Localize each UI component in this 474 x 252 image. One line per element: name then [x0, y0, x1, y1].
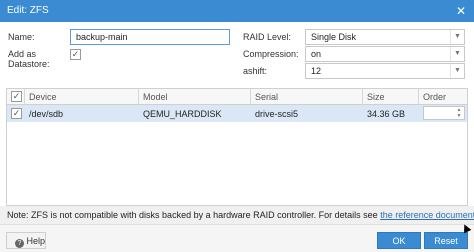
chevron-down-icon[interactable]: ▼ — [450, 64, 464, 78]
ok-label: OK — [392, 236, 406, 246]
model-cell: QEMU_HARDDISK — [143, 109, 222, 119]
column-order-label: Order — [423, 92, 447, 102]
reset-label: Reset — [434, 236, 458, 246]
chevron-down-icon[interactable]: ▼ — [450, 47, 464, 61]
help-label: Help — [26, 236, 46, 246]
window-titlebar: Edit: ZFS ✕ — [0, 0, 474, 22]
add-datastore-checkbox[interactable]: ✓ — [70, 49, 81, 60]
add-datastore-label: Add as Datastore: — [8, 49, 50, 69]
serial-cell: drive-scsi5 — [255, 109, 299, 119]
column-model[interactable]: Model — [139, 89, 251, 104]
column-size-label: Size — [367, 92, 385, 102]
ashift-select[interactable]: 12 ▼ — [305, 63, 465, 79]
help-icon: ? — [15, 239, 24, 248]
column-order[interactable]: Order — [419, 89, 467, 104]
column-serial-label: Serial — [255, 92, 279, 102]
row-checkbox[interactable]: ✓ — [11, 108, 22, 119]
table-row[interactable]: ✓ /dev/sdb QEMU_HARDDISK drive-scsi5 34.… — [7, 105, 467, 122]
window-title: Edit: ZFS — [7, 5, 49, 16]
compression-label: Compression: — [243, 49, 299, 59]
raid-note: Note: ZFS is not compatible with disks b… — [0, 206, 474, 224]
column-device-label: Device — [29, 92, 57, 102]
reference-documentation-link[interactable]: the reference documentation — [380, 210, 474, 220]
dialog-footer: ? Help OK Reset — [0, 224, 474, 252]
raid-level-label: RAID Level: — [243, 32, 292, 42]
close-icon[interactable]: ✕ — [454, 4, 468, 18]
select-all-checkbox[interactable]: ✓ — [11, 91, 22, 102]
column-model-label: Model — [143, 92, 168, 102]
compression-value: on — [311, 49, 322, 59]
chevron-down-icon[interactable]: ▼ — [450, 30, 464, 44]
note-text: Note: ZFS is not compatible with disks b… — [7, 210, 378, 220]
disk-grid: ✓ Device Model Serial Size Order ✓ /dev/… — [6, 88, 468, 206]
reset-button[interactable]: Reset — [424, 232, 468, 249]
device-cell: /dev/sdb — [29, 109, 64, 119]
name-value: backup-main — [76, 32, 128, 42]
size-cell: 34.36 GB — [367, 109, 406, 119]
compression-select[interactable]: on ▼ — [305, 46, 465, 62]
select-all-cell[interactable]: ✓ — [7, 89, 25, 104]
ok-button[interactable]: OK — [377, 232, 421, 249]
grid-header: ✓ Device Model Serial Size Order — [7, 89, 467, 105]
name-label: Name: — [8, 32, 35, 42]
spinner-icon[interactable]: ▲ ▼ — [454, 107, 464, 119]
raid-level-select[interactable]: Single Disk ▼ — [305, 29, 465, 45]
name-input[interactable]: backup-main — [70, 29, 230, 45]
help-button[interactable]: ? Help — [6, 232, 46, 249]
order-input[interactable]: ▲ ▼ — [423, 106, 465, 120]
column-device[interactable]: Device — [25, 89, 139, 104]
raid-level-value: Single Disk — [311, 32, 357, 42]
ashift-value: 12 — [311, 66, 322, 76]
column-serial[interactable]: Serial — [251, 89, 363, 104]
column-size[interactable]: Size — [363, 89, 419, 104]
ashift-label: ashift: — [243, 66, 268, 76]
